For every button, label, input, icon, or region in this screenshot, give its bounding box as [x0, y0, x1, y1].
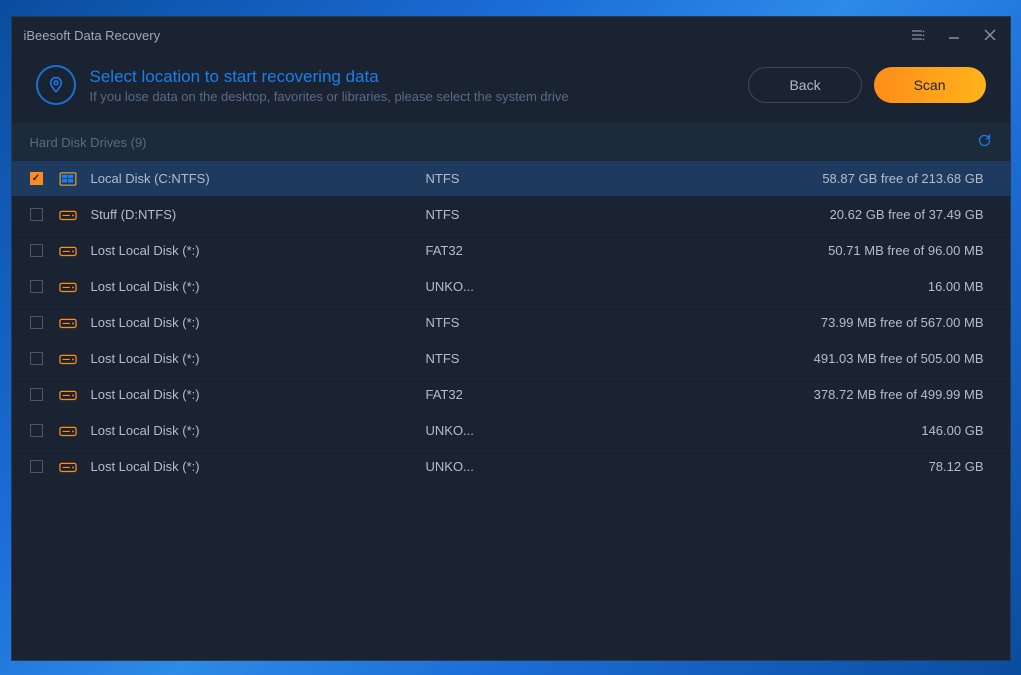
drive-row[interactable]: Lost Local Disk (*:)UNKO...146.00 GB: [12, 413, 1010, 449]
drive-checkbox[interactable]: [30, 244, 43, 257]
disk-icon: [59, 244, 77, 258]
scan-button[interactable]: Scan: [874, 67, 986, 103]
section-header: Hard Disk Drives (9): [12, 123, 1010, 161]
header-left: Select location to start recovering data…: [36, 65, 569, 105]
disk-icon: [59, 460, 77, 474]
drive-size: 73.99 MB free of 567.00 MB: [646, 315, 992, 330]
titlebar-controls: [910, 27, 998, 43]
header-text: Select location to start recovering data…: [90, 67, 569, 104]
drive-row[interactable]: Lost Local Disk (*:)UNKO...16.00 MB: [12, 269, 1010, 305]
header: Select location to start recovering data…: [12, 53, 1010, 123]
drive-row[interactable]: Lost Local Disk (*:)UNKO...78.12 GB: [12, 449, 1010, 485]
drive-filesystem: UNKO...: [426, 423, 646, 438]
disk-icon: [59, 316, 77, 330]
back-button[interactable]: Back: [748, 67, 861, 103]
drive-name: Lost Local Disk (*:): [91, 315, 426, 330]
close-icon[interactable]: [982, 27, 998, 43]
drive-filesystem: FAT32: [426, 387, 646, 402]
drive-size: 146.00 GB: [646, 423, 992, 438]
drive-filesystem: NTFS: [426, 351, 646, 366]
drive-name: Lost Local Disk (*:): [91, 423, 426, 438]
drive-checkbox[interactable]: [30, 208, 43, 221]
drive-checkbox[interactable]: [30, 172, 43, 185]
header-subtitle: If you lose data on the desktop, favorit…: [90, 89, 569, 104]
drive-name: Stuff (D:NTFS): [91, 207, 426, 222]
drive-name: Lost Local Disk (*:): [91, 459, 426, 474]
drive-size: 491.03 MB free of 505.00 MB: [646, 351, 992, 366]
drive-row[interactable]: Lost Local Disk (*:)FAT3250.71 MB free o…: [12, 233, 1010, 269]
drive-checkbox[interactable]: [30, 280, 43, 293]
disk-icon: [59, 208, 77, 222]
disk-icon: [59, 388, 77, 402]
drive-checkbox[interactable]: [30, 352, 43, 365]
drive-row[interactable]: Local Disk (C:NTFS)NTFS58.87 GB free of …: [12, 161, 1010, 197]
drive-name: Lost Local Disk (*:): [91, 243, 426, 258]
location-icon: [36, 65, 76, 105]
disk-icon: [59, 424, 77, 438]
drive-row[interactable]: Lost Local Disk (*:)NTFS73.99 MB free of…: [12, 305, 1010, 341]
menu-icon[interactable]: [910, 27, 926, 43]
drive-row[interactable]: Lost Local Disk (*:)NTFS491.03 MB free o…: [12, 341, 1010, 377]
drive-name: Lost Local Disk (*:): [91, 387, 426, 402]
disk-icon: [59, 352, 77, 366]
titlebar: iBeesoft Data Recovery: [12, 17, 1010, 53]
drive-checkbox[interactable]: [30, 316, 43, 329]
header-title: Select location to start recovering data: [90, 67, 569, 87]
drive-name: Lost Local Disk (*:): [91, 279, 426, 294]
drive-size: 20.62 GB free of 37.49 GB: [646, 207, 992, 222]
drive-filesystem: NTFS: [426, 315, 646, 330]
section-label: Hard Disk Drives (9): [30, 135, 147, 150]
drive-checkbox[interactable]: [30, 388, 43, 401]
drive-name: Local Disk (C:NTFS): [91, 171, 426, 186]
drive-checkbox[interactable]: [30, 424, 43, 437]
refresh-icon[interactable]: [977, 133, 992, 151]
drive-filesystem: UNKO...: [426, 279, 646, 294]
drive-list: Local Disk (C:NTFS)NTFS58.87 GB free of …: [12, 161, 1010, 660]
drive-filesystem: FAT32: [426, 243, 646, 258]
drive-size: 78.12 GB: [646, 459, 992, 474]
minimize-icon[interactable]: [946, 27, 962, 43]
drive-filesystem: NTFS: [426, 171, 646, 186]
disk-icon: [59, 280, 77, 294]
drive-filesystem: UNKO...: [426, 459, 646, 474]
drive-size: 16.00 MB: [646, 279, 992, 294]
drive-checkbox[interactable]: [30, 460, 43, 473]
app-window: iBeesoft Data Recovery Select location t: [11, 16, 1011, 661]
header-buttons: Back Scan: [748, 67, 985, 103]
drive-size: 378.72 MB free of 499.99 MB: [646, 387, 992, 402]
drive-size: 58.87 GB free of 213.68 GB: [646, 171, 992, 186]
drive-filesystem: NTFS: [426, 207, 646, 222]
app-title: iBeesoft Data Recovery: [24, 28, 161, 43]
disk-icon: [59, 172, 77, 186]
drive-row[interactable]: Lost Local Disk (*:)FAT32378.72 MB free …: [12, 377, 1010, 413]
drive-row[interactable]: Stuff (D:NTFS)NTFS20.62 GB free of 37.49…: [12, 197, 1010, 233]
drive-size: 50.71 MB free of 96.00 MB: [646, 243, 992, 258]
drive-name: Lost Local Disk (*:): [91, 351, 426, 366]
